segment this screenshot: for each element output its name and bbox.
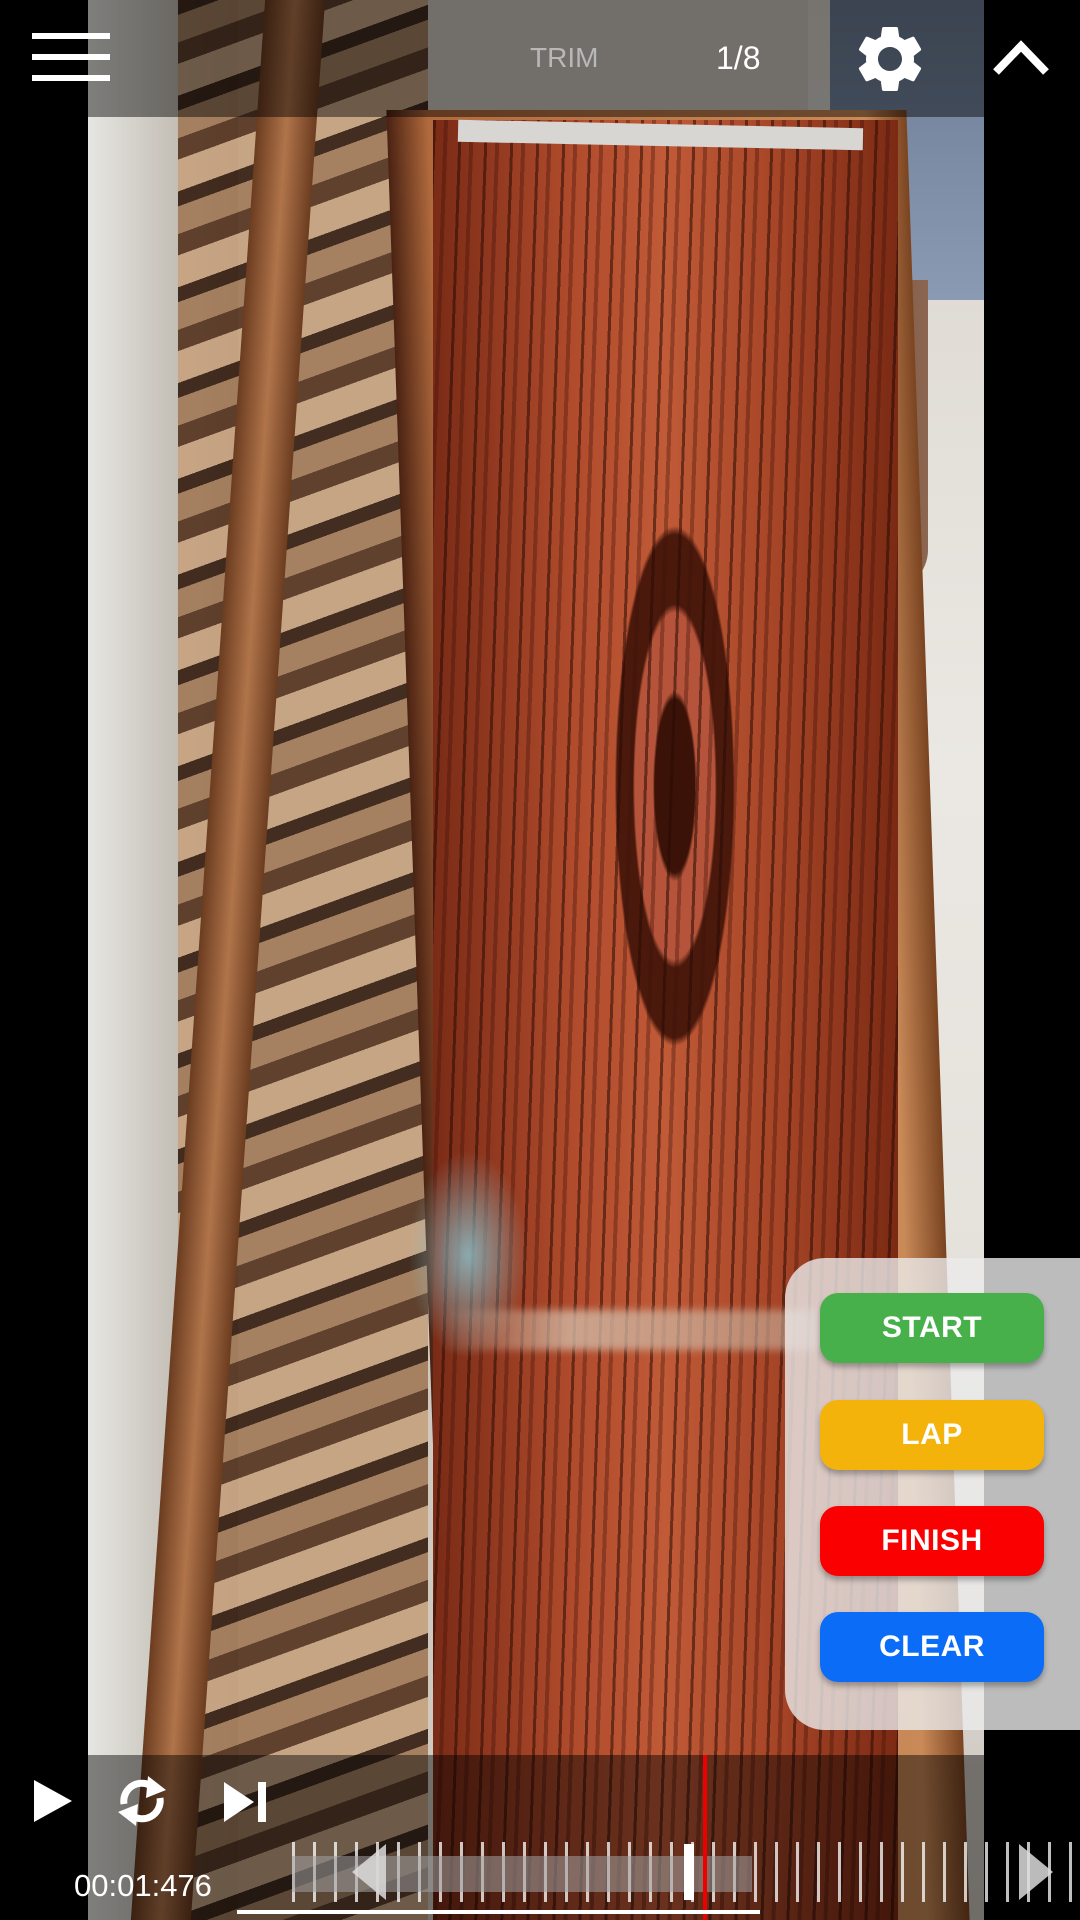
progress-line — [237, 1910, 760, 1914]
clip-counter: 1/8 — [716, 40, 761, 76]
playhead-marker[interactable] — [703, 1755, 707, 1920]
gear-icon[interactable] — [850, 19, 930, 99]
skip-next-icon[interactable] — [222, 1780, 268, 1824]
loop-icon[interactable] — [112, 1766, 172, 1836]
trim-end-handle[interactable] — [1019, 1844, 1053, 1900]
start-button[interactable]: START — [820, 1293, 1044, 1363]
lap-button[interactable]: LAP — [820, 1400, 1044, 1470]
timeline-knob[interactable] — [684, 1844, 694, 1900]
finish-button[interactable]: FINISH — [820, 1506, 1044, 1576]
chevron-up-icon[interactable] — [990, 36, 1052, 80]
menu-icon[interactable] — [32, 33, 110, 81]
timeline-scrubber[interactable] — [292, 1842, 1080, 1902]
top-bar: TRIM 1/8 — [0, 0, 1080, 117]
clear-button[interactable]: CLEAR — [820, 1612, 1044, 1682]
playback-time: 00:01:476 — [74, 1868, 212, 1903]
play-icon[interactable] — [32, 1778, 74, 1824]
trim-start-handle[interactable] — [352, 1844, 386, 1900]
trim-button[interactable]: TRIM — [530, 42, 598, 74]
